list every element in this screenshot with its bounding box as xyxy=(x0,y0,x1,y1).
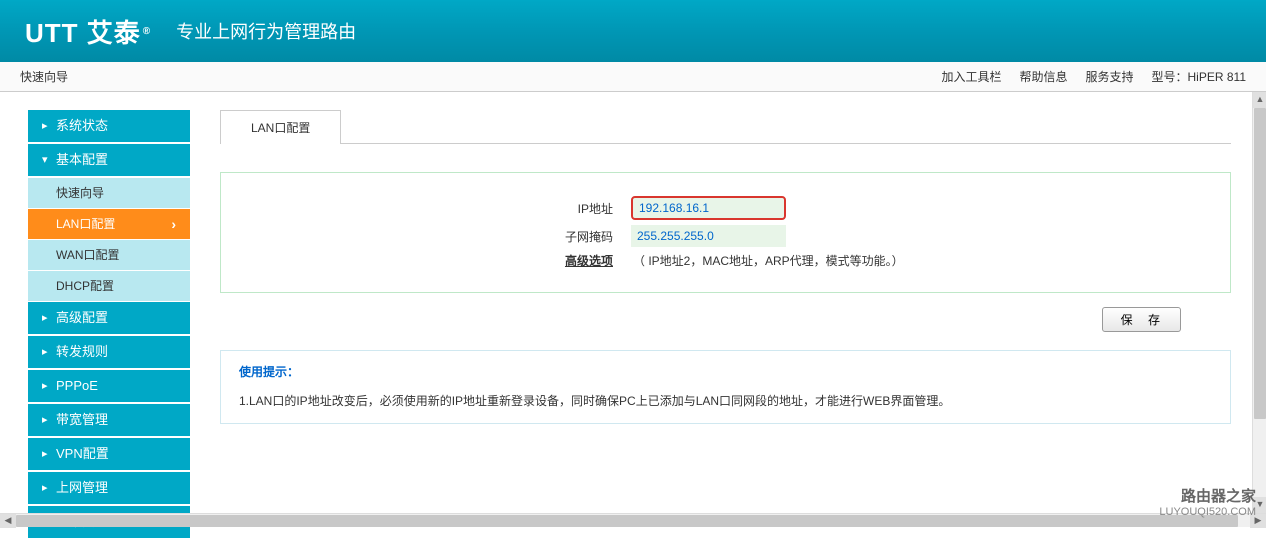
nav-vpn[interactable]: VPN配置 xyxy=(28,438,190,470)
nav-pppoe[interactable]: PPPoE xyxy=(28,370,190,402)
form-box: IP地址 子网掩码 高级选项 （ IP地址2，MAC地址，ARP代理，模式等功能… xyxy=(220,172,1231,293)
hscroll-thumb[interactable] xyxy=(16,515,1238,527)
nav-sub-quick-wizard[interactable]: 快速向导 xyxy=(28,178,190,208)
tips-box: 使用提示： 1.LAN口的IP地址改变后，必须使用新的IP地址重新登录设备，同时… xyxy=(220,350,1231,424)
mask-label: 子网掩码 xyxy=(381,228,631,245)
logo-text: UTT 艾泰 xyxy=(25,13,141,50)
content-area: LAN口配置 IP地址 子网掩码 高级选项 （ IP地址2，MAC地址，ARP代… xyxy=(200,92,1266,513)
nav-system-status[interactable]: 系统状态 xyxy=(28,110,190,142)
advanced-options-link[interactable]: 高级选项 xyxy=(381,252,631,269)
main: 系统状态 基本配置 快速向导 LAN口配置 WAN口配置 DHCP配置 高级配置… xyxy=(0,92,1266,513)
add-toolbar-link[interactable]: 加入工具栏 xyxy=(941,68,1001,85)
support-link[interactable]: 服务支持 xyxy=(1086,68,1134,85)
nav-basic-config[interactable]: 基本配置 xyxy=(28,144,190,176)
sidebar: 系统状态 基本配置 快速向导 LAN口配置 WAN口配置 DHCP配置 高级配置… xyxy=(0,92,200,513)
nav-access-mgmt[interactable]: 上网管理 xyxy=(28,472,190,504)
nav-sub-dhcp-config[interactable]: DHCP配置 xyxy=(28,271,190,301)
ip-label: IP地址 xyxy=(381,200,631,217)
scroll-down-arrow[interactable]: ▼ xyxy=(1253,497,1266,513)
scroll-left-arrow[interactable]: ◀ xyxy=(0,514,16,528)
registered-mark: ® xyxy=(143,26,151,37)
tab-row: LAN口配置 xyxy=(220,110,1231,144)
quick-wizard-link[interactable]: 快速向导 xyxy=(20,70,68,84)
nav-sub-wan-config[interactable]: WAN口配置 xyxy=(28,240,190,270)
help-link[interactable]: 帮助信息 xyxy=(1019,68,1067,85)
horizontal-scrollbar[interactable]: ◀ ▶ xyxy=(0,513,1266,527)
nav-advanced-config[interactable]: 高级配置 xyxy=(28,302,190,334)
scroll-up-arrow[interactable]: ▲ xyxy=(1253,92,1266,108)
ip-address-input[interactable] xyxy=(631,196,786,220)
save-button[interactable]: 保 存 xyxy=(1102,307,1181,332)
tips-title: 使用提示： xyxy=(239,363,1212,380)
nav-bandwidth[interactable]: 带宽管理 xyxy=(28,404,190,436)
nav-forward-rules[interactable]: 转发规则 xyxy=(28,336,190,368)
scroll-right-arrow[interactable]: ▶ xyxy=(1250,514,1266,528)
header: UTT 艾泰® 专业上网行为管理路由 xyxy=(0,0,1266,62)
topbar: 快速向导 加入工具栏 帮助信息 服务支持 型号：HiPER 811 xyxy=(0,62,1266,92)
vscroll-thumb[interactable] xyxy=(1254,108,1266,419)
nav-sub-lan-config[interactable]: LAN口配置 xyxy=(28,209,190,239)
slogan: 专业上网行为管理路由 xyxy=(176,18,356,44)
subnet-mask-input[interactable] xyxy=(631,225,786,247)
tips-text: 1.LAN口的IP地址改变后，必须使用新的IP地址重新登录设备，同时确保PC上已… xyxy=(239,392,1212,411)
model-label: 型号：HiPER 811 xyxy=(1152,68,1246,85)
advanced-options-desc: （ IP地址2，MAC地址，ARP代理，模式等功能。） xyxy=(631,252,904,269)
tab-lan-config[interactable]: LAN口配置 xyxy=(220,110,341,144)
logo: UTT 艾泰® xyxy=(25,13,151,50)
vertical-scrollbar[interactable]: ▲ ▼ xyxy=(1252,92,1266,513)
